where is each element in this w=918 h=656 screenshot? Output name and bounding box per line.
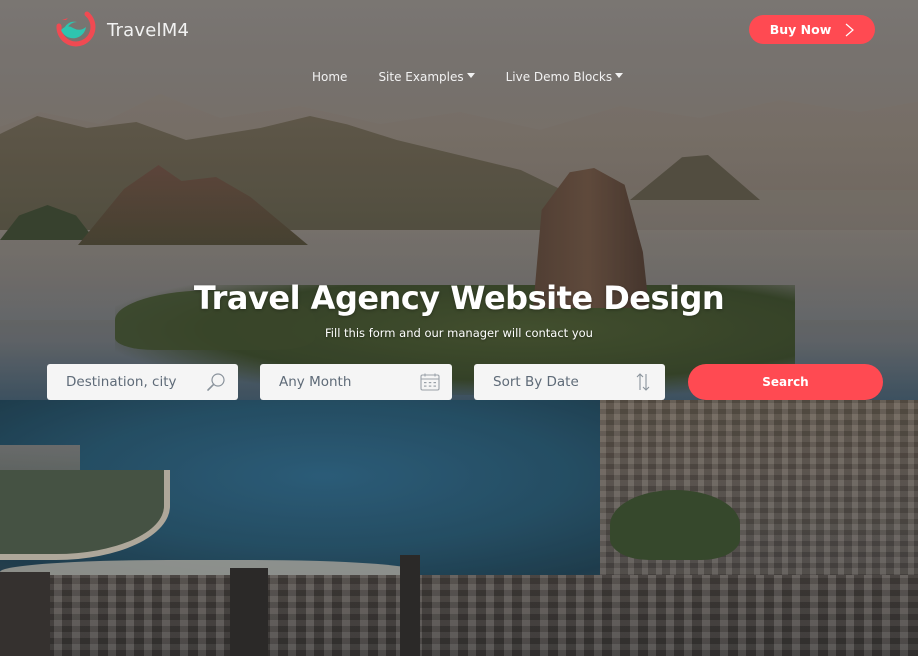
nav-item-live-demo-blocks[interactable]: Live Demo Blocks: [506, 70, 624, 84]
destination-placeholder: Destination, city: [66, 374, 177, 390]
chevron-right-icon: [845, 23, 855, 36]
nav-item-label: Live Demo Blocks: [505, 70, 613, 84]
sort-arrows-icon: [636, 373, 650, 391]
nav-item-site-examples[interactable]: Site Examples: [378, 70, 475, 84]
buy-now-label: Buy Now: [769, 22, 832, 37]
main-nav: Home Site Examples Live Demo Blocks: [312, 70, 624, 84]
brand-name: TravelM4: [107, 19, 190, 41]
month-select[interactable]: Any Month: [260, 364, 452, 400]
buy-now-button[interactable]: Buy Now: [749, 15, 875, 44]
sort-select-value: Sort By Date: [493, 374, 579, 390]
nav-item-home[interactable]: Home: [312, 70, 347, 84]
hero-title: Travel Agency Website Design: [193, 279, 725, 317]
calendar-icon: [420, 373, 440, 391]
search-button[interactable]: Search: [688, 364, 883, 400]
search-icon: [207, 373, 225, 391]
nav-item-label: Site Examples: [378, 70, 464, 84]
month-select-value: Any Month: [279, 374, 352, 390]
brand-logo-link[interactable]: TravelM4: [53, 8, 189, 52]
caret-down-icon: [615, 73, 624, 78]
hero-subtitle: Fill this form and our manager will cont…: [325, 326, 593, 340]
logo-icon: [53, 8, 97, 52]
sort-select[interactable]: Sort By Date: [474, 364, 665, 400]
destination-input[interactable]: Destination, city: [47, 364, 238, 400]
caret-down-icon: [466, 73, 475, 78]
nav-item-label: Home: [312, 70, 348, 84]
